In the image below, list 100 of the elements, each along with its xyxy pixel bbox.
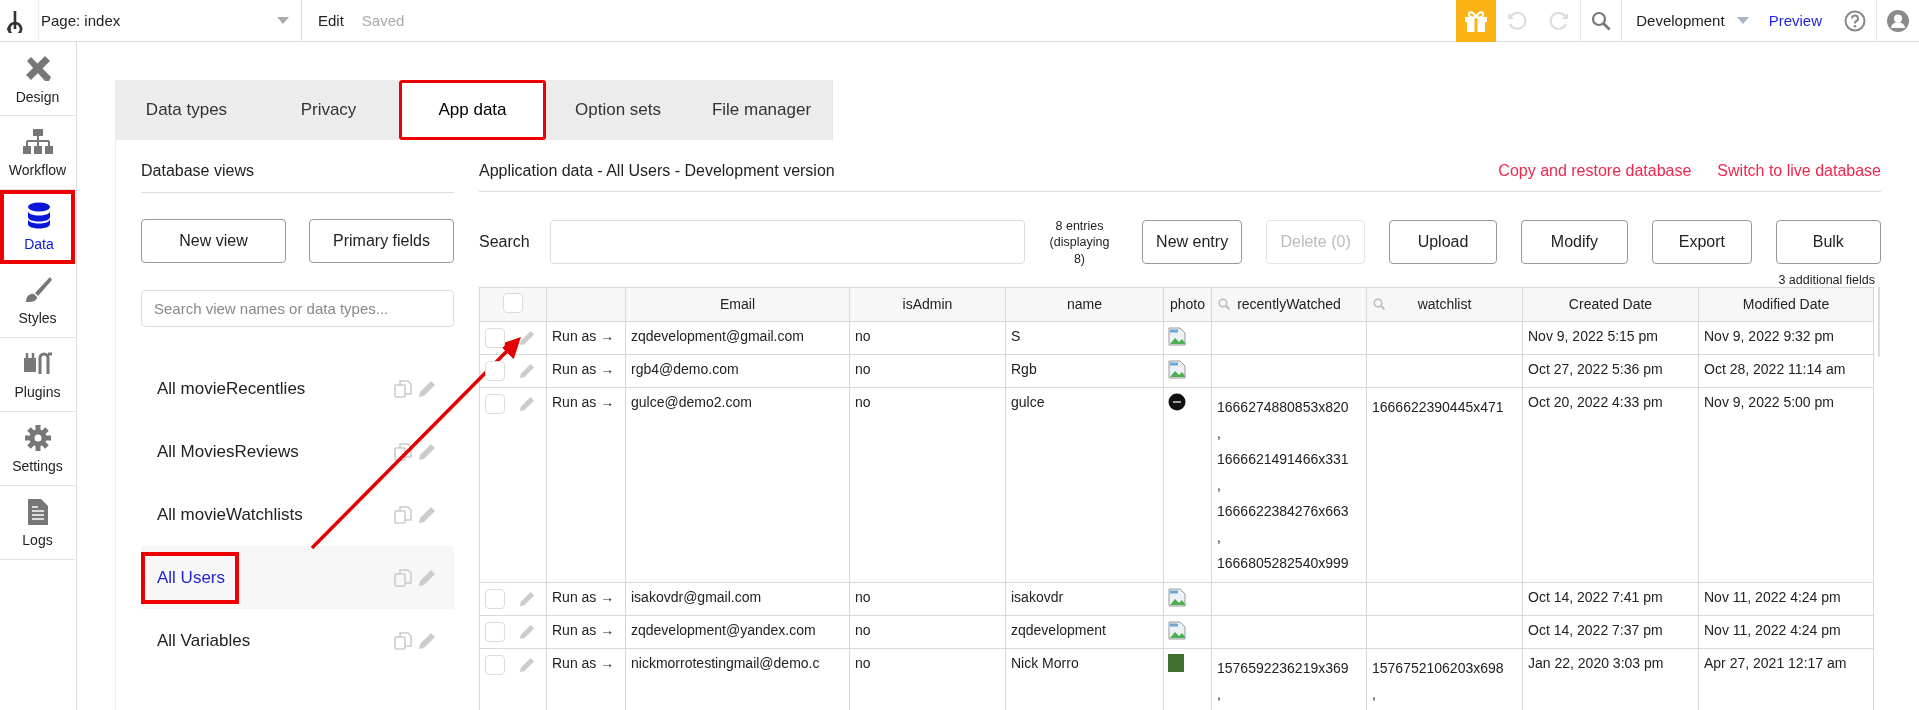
table-cell: isakovdr@gmail.com	[631, 588, 762, 605]
view-button[interactable]: Primary fields	[309, 219, 454, 263]
tab[interactable]: Privacy	[259, 80, 399, 140]
table-cell: no	[855, 393, 871, 410]
table-cell: no	[855, 327, 871, 344]
search-icon[interactable]	[1591, 10, 1612, 31]
column-header: Modified Date	[1698, 287, 1874, 322]
save-status: Saved	[361, 12, 405, 29]
additional-fields-note: 3 additional fields	[1778, 272, 1875, 287]
edit-menu[interactable]: Edit	[318, 12, 344, 29]
checkbox[interactable]	[485, 360, 505, 381]
database-view-item[interactable]: All MoviesReviews	[141, 420, 454, 483]
search-field[interactable]	[549, 220, 1025, 265]
database-link[interactable]: Copy and restore database	[1498, 161, 1692, 180]
page-selector[interactable]: Page: index	[38, 0, 302, 42]
pencil-icon[interactable]	[519, 623, 535, 640]
pencil-icon[interactable]	[418, 379, 436, 398]
gift-button[interactable]	[1456, 0, 1497, 42]
table-cell-text: 1576592236219x369 ,	[1217, 658, 1350, 704]
table-cell-text: 1666274880853x820 , 1666621491466x331 , 1666622384276x663 , 1666805282540x999	[1217, 397, 1350, 573]
tab[interactable]: Data types	[115, 80, 259, 140]
pencil-icon[interactable]	[519, 590, 535, 607]
column-header: photo	[1163, 287, 1212, 322]
pencil-icon[interactable]	[418, 505, 436, 524]
tab[interactable]: Option sets	[546, 80, 691, 140]
broken-image-icon	[1168, 587, 1186, 607]
caret-icon	[277, 17, 289, 24]
database-view-item[interactable]: All Variables	[141, 609, 454, 672]
action-button[interactable]: Modify	[1520, 220, 1629, 265]
pencil-icon[interactable]	[519, 395, 535, 412]
table-cell: zqdevelopment@gmail.com	[631, 327, 804, 344]
pencil-icon[interactable]	[519, 329, 535, 346]
run-as-link[interactable]: Run as →	[552, 393, 615, 410]
table-cell: S	[1011, 327, 1021, 344]
pencil-icon[interactable]	[519, 656, 535, 673]
sidebar-item[interactable]: Styles	[0, 264, 75, 338]
section-title: Database views	[141, 140, 454, 193]
checkbox[interactable]	[485, 393, 505, 414]
table-cell: Nov 9, 2022 5:00 pm	[1704, 393, 1834, 410]
settings-icon	[23, 423, 52, 452]
database-view-item[interactable]: All movieWatchlists	[141, 483, 454, 546]
table-cell: rgb4@demo.com	[631, 360, 739, 377]
column-header: Created Date	[1522, 287, 1699, 322]
table-cell: isakovdr	[1011, 588, 1064, 605]
environment-dropdown[interactable]: Development	[1636, 12, 1749, 29]
database-view-item[interactable]: All Users	[141, 546, 454, 609]
pencil-icon[interactable]	[418, 442, 436, 461]
tab[interactable]: File manager	[691, 80, 833, 140]
sidebar-item[interactable]: Data	[0, 190, 75, 264]
view-button[interactable]: New view	[141, 219, 286, 263]
sidebar-item[interactable]: Design	[0, 42, 75, 116]
user-avatar-icon[interactable]	[1887, 9, 1909, 32]
pencil-icon[interactable]	[418, 568, 436, 587]
column-header: watchlist	[1366, 287, 1523, 322]
action-button[interactable]: Upload	[1389, 220, 1497, 265]
action-button[interactable]: New entry	[1142, 220, 1242, 265]
gift-icon	[1463, 8, 1490, 33]
search-field[interactable]: Search view names or data types...	[141, 290, 454, 327]
table-cell-text: 1666622390445x471	[1372, 397, 1505, 417]
copy-icon[interactable]	[394, 442, 412, 461]
database-view-item[interactable]: All movieRecentlies	[141, 357, 454, 420]
table-cell: nickmorrotestingmail@demo.c	[631, 654, 820, 671]
caret-icon	[1736, 17, 1749, 24]
sidebar-item[interactable]: Settings	[0, 412, 75, 486]
action-button[interactable]: Export	[1652, 220, 1752, 265]
checkbox[interactable]	[485, 621, 505, 642]
broken-image-icon	[1168, 359, 1186, 379]
table-cell: no	[855, 588, 871, 605]
view-name: All Users	[141, 551, 239, 604]
view-name: All movieRecentlies	[156, 377, 307, 400]
table-cell: gulce@demo2.com	[631, 393, 752, 410]
section-title: Application data - All Users - Development version	[479, 161, 835, 180]
table-cell: Rgb	[1011, 360, 1037, 377]
checkbox[interactable]	[485, 588, 505, 609]
action-button[interactable]: Bulk	[1775, 220, 1881, 265]
sidebar-item[interactable]: Plugins	[0, 338, 75, 412]
logo-thumbnail-icon	[1168, 392, 1186, 411]
view-name: All movieWatchlists	[156, 503, 304, 526]
sidebar-item[interactable]: Workflow	[0, 116, 75, 190]
checkbox[interactable]	[485, 654, 505, 675]
help-icon[interactable]	[1844, 9, 1866, 32]
view-name: All Variables	[156, 629, 252, 652]
table-cell: Oct 20, 2022 4:33 pm	[1528, 393, 1663, 410]
table-cell: Nov 9, 2022 9:32 pm	[1704, 327, 1834, 344]
preview-link[interactable]: Preview	[1768, 12, 1822, 29]
undo-icon[interactable]	[1506, 9, 1529, 32]
checkbox[interactable]	[485, 327, 505, 348]
pencil-icon[interactable]	[519, 362, 535, 379]
checkbox[interactable]	[503, 292, 523, 313]
table-cell: zqdevelopment	[1011, 621, 1106, 638]
table-cell: Oct 14, 2022 7:41 pm	[1528, 588, 1663, 605]
redo-icon[interactable]	[1548, 9, 1571, 32]
photo-placeholder	[1168, 653, 1184, 672]
database-link[interactable]: Switch to live database	[1717, 161, 1881, 180]
table-cell: no	[855, 621, 871, 638]
tab[interactable]: App data	[399, 80, 546, 140]
sidebar-item[interactable]: Logs	[0, 486, 75, 560]
pencil-icon[interactable]	[418, 631, 436, 650]
hierarchy-icon	[21, 127, 54, 156]
broken-image-icon	[1168, 620, 1186, 640]
